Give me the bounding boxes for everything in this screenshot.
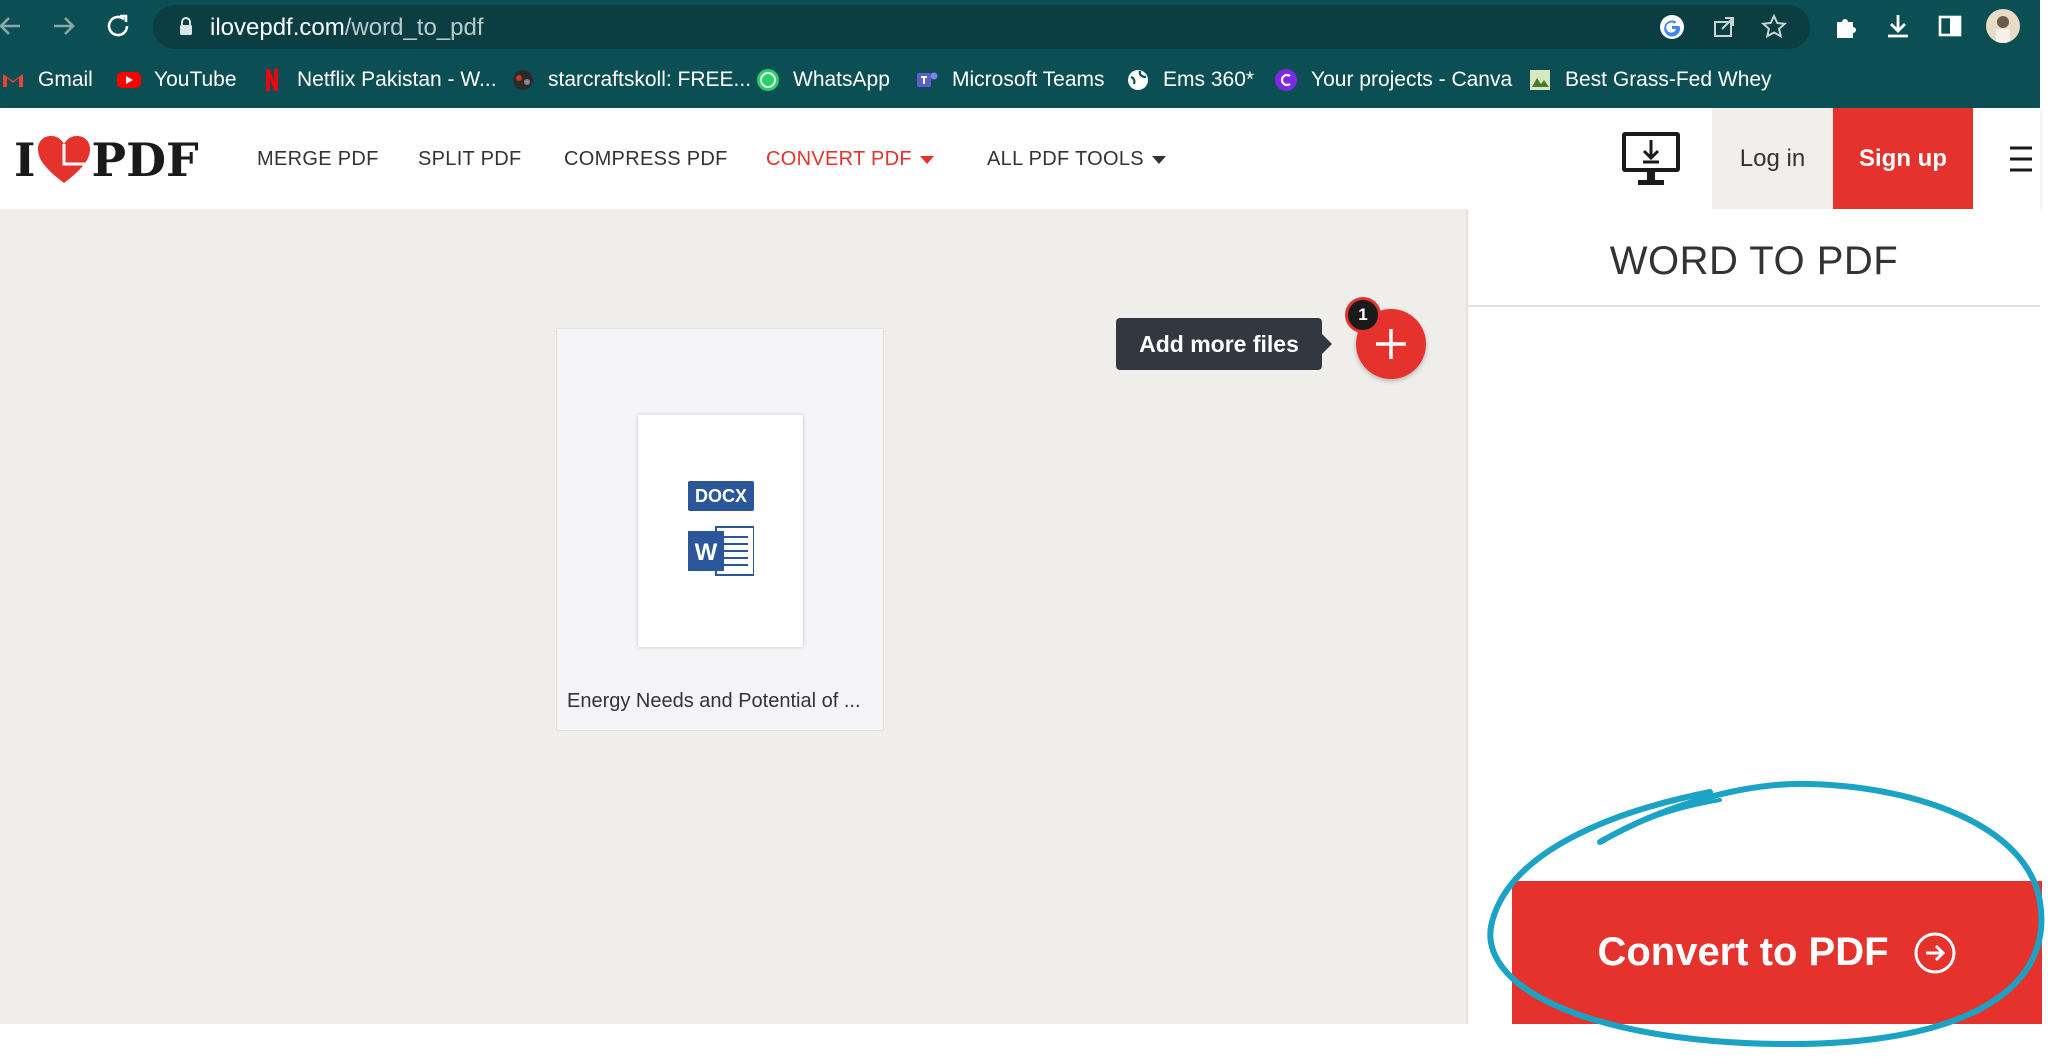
logo-text-left: I — [14, 133, 36, 187]
nav-compress-pdf[interactable]: COMPRESS PDF — [564, 148, 728, 171]
docx-badge: DOCX — [688, 481, 754, 511]
signup-button[interactable]: Sign up — [1833, 108, 1973, 209]
arrow-right-circle-icon — [1914, 932, 1956, 973]
hamburger-menu-icon[interactable] — [2008, 144, 2032, 174]
nav-merge-pdf[interactable]: MERGE PDF — [257, 148, 379, 171]
word-icon: W — [688, 526, 754, 576]
bookmark-star-icon[interactable] — [1759, 12, 1789, 42]
desktop-download-icon[interactable] — [1620, 130, 1682, 188]
youtube-icon — [117, 72, 141, 88]
login-button[interactable]: Log in — [1712, 108, 1833, 209]
bookmark-label: Gmail — [38, 68, 93, 91]
google-icon[interactable] — [1657, 12, 1687, 42]
bookmark-teams[interactable]: Microsoft Teams — [914, 64, 1105, 96]
bookmark-label: Netflix Pakistan - W... — [297, 68, 497, 91]
lock-icon[interactable] — [171, 12, 201, 42]
starcraft-icon — [513, 70, 533, 90]
bookmark-label: WhatsApp — [793, 68, 890, 91]
bookmark-label: Best Grass-Fed Whey — [1565, 68, 1772, 91]
nav-split-pdf[interactable]: SPLIT PDF — [418, 148, 521, 171]
tool-sidebar: WORD TO PDF Convert to PDF — [1466, 209, 2042, 1024]
bookmarks-bar: Gmail YouTube Netflix Pakistan - W... st… — [0, 52, 2040, 108]
file-card[interactable]: DOCX W Energy Needs and Potential of ... — [556, 328, 884, 731]
bookmark-youtube[interactable]: YouTube — [116, 64, 237, 96]
convert-to-pdf-button[interactable]: Convert to PDF — [1512, 881, 2042, 1024]
avatar-image — [1996, 16, 2010, 43]
nav-all-pdf-tools[interactable]: ALL PDF TOOLS — [987, 148, 1166, 171]
sidebar-title: WORD TO PDF — [1609, 239, 1899, 283]
url-text[interactable]: ilovepdf.com/word_to_pdf — [210, 14, 484, 42]
caret-down-icon — [919, 155, 934, 164]
bookmark-label: Microsoft Teams — [952, 68, 1105, 91]
bookmark-whey[interactable]: Best Grass-Fed Whey — [1527, 64, 1772, 96]
back-arrow-icon[interactable] — [0, 10, 26, 42]
file-count-badge: 1 — [1345, 297, 1381, 333]
logo-text-right: PDF — [91, 133, 199, 187]
globe-icon — [1128, 70, 1148, 90]
bookmark-netflix[interactable]: Netflix Pakistan - W... — [259, 64, 497, 96]
heart-icon — [37, 136, 90, 183]
bookmark-label: Ems 360* — [1163, 68, 1255, 91]
browser-toolbar: ilovepdf.com/word_to_pdf — [0, 0, 2040, 52]
file-workspace: DOCX W Energy Needs and Potential of ...… — [0, 209, 1466, 1024]
whey-icon — [1530, 70, 1550, 90]
bookmark-label: starcraftskoll: FREE... — [548, 68, 752, 91]
netflix-icon — [266, 69, 278, 91]
bookmark-ems360[interactable]: Ems 360* — [1125, 64, 1254, 96]
convert-button-label: Convert to PDF — [1597, 930, 1889, 974]
file-name: Energy Needs and Potential of ... — [567, 690, 861, 712]
profile-avatar[interactable] — [1986, 9, 2020, 43]
site-header: I PDF MERGE PDF SPLIT PDF COMPRESS PDF C… — [0, 108, 2040, 209]
download-icon[interactable] — [1882, 10, 1914, 42]
forward-arrow-icon[interactable] — [48, 10, 80, 42]
address-bar[interactable]: ilovepdf.com/word_to_pdf — [153, 5, 1810, 49]
bookmark-starcraft[interactable]: starcraftskoll: FREE... — [510, 64, 751, 96]
file-thumbnail: DOCX W — [638, 415, 803, 647]
ilovepdf-logo[interactable]: I PDF — [14, 133, 199, 187]
canva-icon — [1275, 69, 1297, 91]
bookmark-whatsapp[interactable]: WhatsApp — [755, 64, 890, 96]
teams-icon — [917, 72, 938, 87]
bookmark-label: Your projects - Canva — [1311, 68, 1513, 91]
whatsapp-icon — [757, 69, 779, 91]
bookmark-canva[interactable]: Your projects - Canva — [1273, 64, 1512, 96]
sidebar-divider — [1468, 305, 2040, 307]
share-icon[interactable] — [1709, 12, 1739, 42]
caret-down-icon — [1151, 155, 1166, 164]
reload-icon[interactable] — [102, 10, 134, 42]
bookmark-label: YouTube — [154, 68, 237, 91]
add-more-files-tooltip: Add more files — [1116, 318, 1332, 370]
extensions-puzzle-icon[interactable] — [1830, 10, 1862, 42]
gmail-icon — [3, 74, 23, 87]
nav-convert-pdf[interactable]: CONVERT PDF — [766, 148, 934, 171]
side-panel-icon[interactable] — [1934, 10, 1966, 42]
word-letter: W — [695, 539, 718, 566]
bookmark-gmail[interactable]: Gmail — [0, 64, 93, 96]
